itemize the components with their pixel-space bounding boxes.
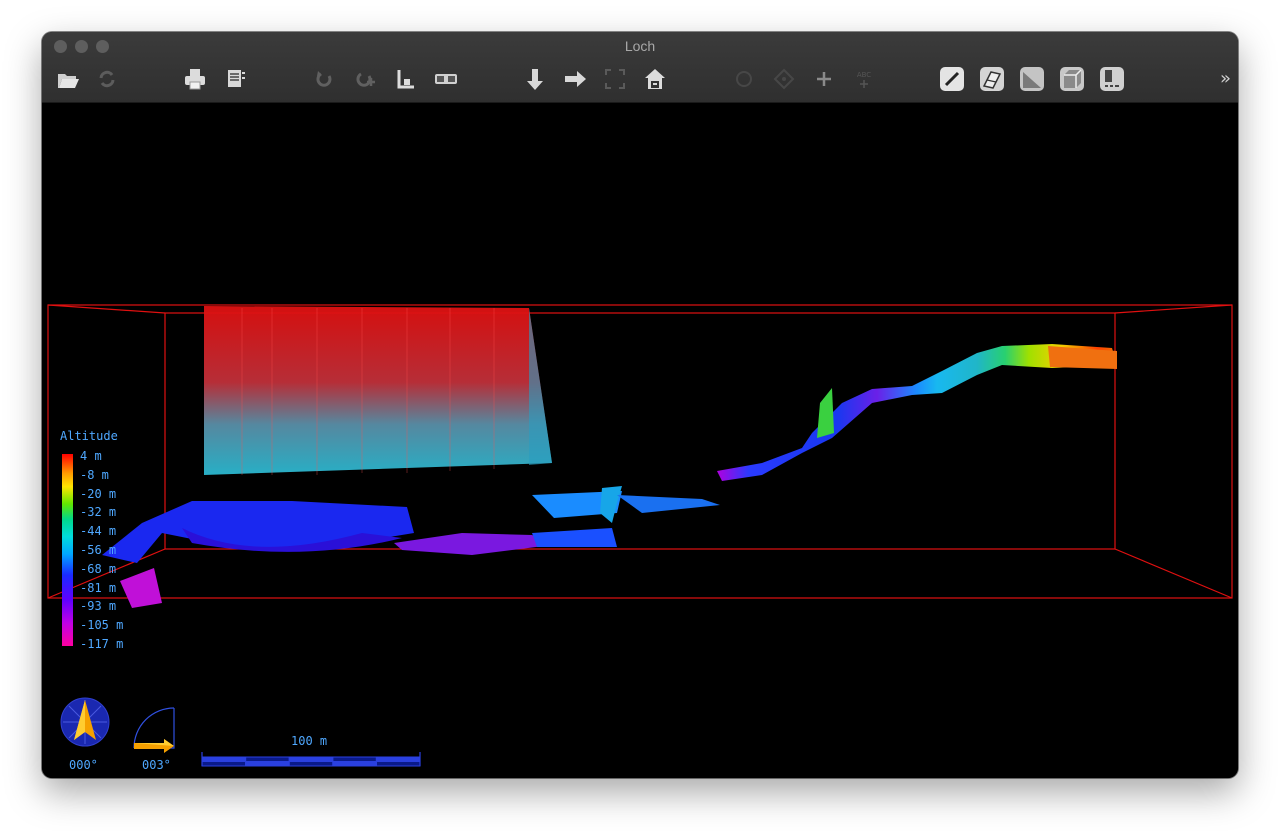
crosshair-button[interactable] [808,63,840,95]
altitude-legend-labels: 4 m -8 m -20 m -32 m -44 m -56 m -68 m -… [80,447,123,654]
view-right-button[interactable] [559,63,591,95]
entrance-button[interactable] [728,63,760,95]
app-window: Loch ABC » Altitude 4 m -8 m -20 m -32 m… [42,32,1238,778]
scale-bar [201,752,421,767]
bounding-box-icon [1060,67,1084,91]
scale-bar-label: 100 m [291,734,328,748]
legend-label: -105 m [80,618,124,633]
surface-button[interactable] [1016,63,1048,95]
window-title: Loch [624,38,656,54]
tilt-angle: 003° [142,758,171,772]
legend-label: -56 m [80,542,117,557]
print-button[interactable] [179,63,211,95]
centerline-icon [940,67,964,91]
home-view-icon [645,69,665,89]
surface-icon [1020,67,1044,91]
labels-button[interactable]: ABC [848,63,880,95]
tilt-indicator-icon[interactable] [130,706,182,754]
fullscreen-icon [605,69,625,89]
view-down-button[interactable] [519,63,551,95]
stereo-button[interactable] [430,63,462,95]
info-panel-icon [1100,67,1124,91]
svg-text:ABC: ABC [857,71,871,79]
surface-mesh [204,306,552,475]
legend-label: -93 m [80,599,117,614]
title-bar: Loch ABC » [42,32,1238,103]
view-right-icon [565,71,586,87]
walls-icon [980,67,1004,91]
home-view-button[interactable] [639,63,671,95]
reload-button[interactable] [91,63,123,95]
legend-label: -117 m [80,636,124,651]
entrance-icon [736,71,752,87]
legend-label: -68 m [80,561,117,576]
open-folder-icon [58,74,79,88]
stereo-glasses-icon [435,74,457,84]
fullscreen-button[interactable] [599,63,631,95]
legend-title: Altitude [60,429,118,443]
cave-3d-view[interactable]: Altitude 4 m -8 m -20 m -32 m -44 m -56 … [42,103,1238,778]
station-icon [773,68,795,90]
rotate-multi-button[interactable] [350,63,382,95]
altitude-color-bar [62,454,73,646]
legend-label: 4 m [80,449,102,463]
legend-label: -44 m [80,524,117,539]
cave-survey-render [47,304,1233,608]
crosshair-icon [817,72,831,86]
export-button[interactable] [220,63,252,95]
view-down-icon [527,69,543,90]
perspective-button[interactable] [390,63,422,95]
info-panel-button[interactable] [1096,63,1128,95]
labels-icon: ABC [857,71,871,88]
walls-button[interactable] [976,63,1008,95]
toolbar-overflow-button[interactable]: » [1220,68,1231,89]
legend-label: -81 m [80,580,117,595]
export-icon [228,70,245,87]
reload-icon [99,70,115,88]
legend-label: -20 m [80,486,117,501]
perspective-icon [397,70,414,89]
compass-icon[interactable] [59,696,111,748]
centerline-button[interactable] [936,63,968,95]
compass-heading: 000° [69,758,98,772]
rotate-multi-icon [356,72,375,87]
legend-label: -32 m [80,505,117,520]
station-button[interactable] [768,63,800,95]
rotate-icon [316,71,332,87]
print-icon [185,69,205,90]
open-button[interactable] [52,63,84,95]
rotate-button[interactable] [309,63,341,95]
legend-label: -8 m [80,467,109,482]
bounding-box-button[interactable] [1056,63,1088,95]
